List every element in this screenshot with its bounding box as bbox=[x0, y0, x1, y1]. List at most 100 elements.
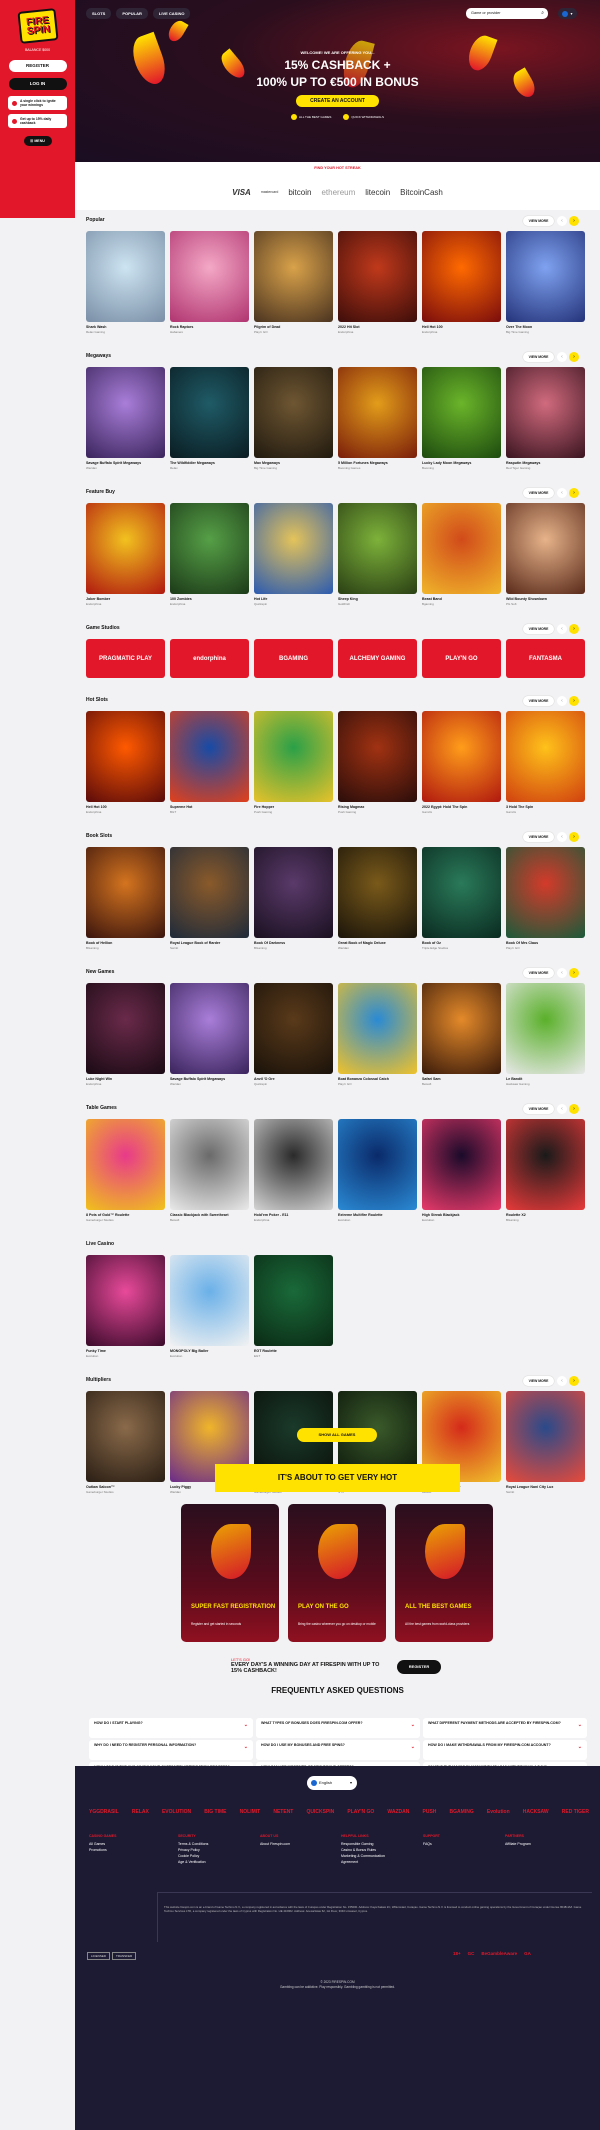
game-tile[interactable] bbox=[254, 1119, 333, 1210]
game-name[interactable]: Anvil 'O Ore bbox=[254, 1077, 275, 1081]
game-name[interactable]: Lucky Lady Moon Megaways bbox=[422, 461, 471, 465]
game-name[interactable]: Le Bandit bbox=[506, 1077, 522, 1081]
provider-logo[interactable]: RELAX bbox=[132, 1809, 149, 1815]
game-tile[interactable] bbox=[170, 231, 249, 322]
show-all-games-button[interactable]: SHOW ALL GAMES bbox=[297, 1428, 377, 1442]
provider-logo[interactable]: NETENT bbox=[273, 1809, 293, 1815]
faq-item[interactable]: HOW DO I START PLAYING? ⌄ bbox=[89, 1718, 253, 1738]
provider-logo[interactable]: PLAY'N GO bbox=[347, 1809, 374, 1815]
arrow-left-icon[interactable]: ‹ bbox=[557, 696, 567, 706]
footer-language-select[interactable]: English ▾ bbox=[307, 1776, 357, 1790]
game-name[interactable]: Joker Bomber bbox=[86, 597, 110, 601]
tab-live-casino[interactable]: LIVE CASINO bbox=[152, 8, 191, 19]
game-name[interactable]: Book Of Darkness bbox=[254, 941, 285, 945]
tab-popular[interactable]: POPULAR bbox=[116, 8, 148, 19]
game-tile[interactable] bbox=[254, 367, 333, 458]
view-more-button[interactable]: VIEW MORE bbox=[523, 624, 554, 634]
game-tile[interactable] bbox=[422, 711, 501, 802]
game-name[interactable]: Safari Sam bbox=[422, 1077, 441, 1081]
game-tile[interactable] bbox=[254, 231, 333, 322]
arrow-left-icon[interactable]: ‹ bbox=[557, 624, 567, 634]
game-tile[interactable] bbox=[86, 711, 165, 802]
faq-item[interactable]: HOW DO I USE MY BONUSES AND FREE SPINS? ⌄ bbox=[256, 1740, 420, 1760]
game-name[interactable]: 2022 Hit Slot bbox=[338, 325, 360, 329]
game-tile[interactable] bbox=[338, 983, 417, 1074]
arrow-left-icon[interactable]: ‹ bbox=[557, 1104, 567, 1114]
provider-logo[interactable]: EVOLUTION bbox=[162, 1809, 191, 1815]
game-tile[interactable] bbox=[254, 711, 333, 802]
game-name[interactable]: Rock Raptors bbox=[170, 325, 193, 329]
game-name[interactable]: Royal League Book of Rarder bbox=[170, 941, 220, 945]
view-more-button[interactable]: VIEW MORE bbox=[523, 1376, 554, 1386]
game-tile[interactable] bbox=[254, 847, 333, 938]
provider-logo[interactable]: RED TIGER bbox=[562, 1809, 589, 1815]
studio-card[interactable]: BGAMING bbox=[254, 639, 333, 678]
game-name[interactable]: Max Megaways bbox=[254, 461, 280, 465]
game-tile[interactable] bbox=[170, 367, 249, 458]
view-more-button[interactable]: VIEW MORE bbox=[523, 488, 554, 498]
arrow-right-icon[interactable]: › bbox=[569, 1376, 579, 1386]
arrow-right-icon[interactable]: › bbox=[569, 216, 579, 226]
create-account-button[interactable]: CREATE AN ACCOUNT bbox=[296, 95, 379, 107]
game-name[interactable]: The Wildfiddler Megaways bbox=[170, 461, 215, 465]
game-name[interactable]: Hell Hot 100 bbox=[86, 805, 107, 809]
studio-card[interactable]: FANTASMA bbox=[506, 639, 585, 678]
game-name[interactable]: Supreme Hot bbox=[170, 805, 192, 809]
arrow-right-icon[interactable]: › bbox=[569, 624, 579, 634]
arrow-left-icon[interactable]: ‹ bbox=[557, 216, 567, 226]
game-tile[interactable] bbox=[86, 1119, 165, 1210]
game-name[interactable]: Rising Magmax bbox=[338, 805, 364, 809]
view-more-button[interactable]: VIEW MORE bbox=[523, 216, 554, 226]
view-more-button[interactable]: VIEW MORE bbox=[523, 832, 554, 842]
game-name[interactable]: 2022 Egypt: Hold The Spin bbox=[422, 805, 467, 809]
game-tile[interactable] bbox=[170, 1255, 249, 1346]
footer-link[interactable]: Promotions bbox=[89, 1847, 116, 1853]
game-tile[interactable] bbox=[506, 711, 585, 802]
provider-logo[interactable]: WAZDAN bbox=[387, 1809, 409, 1815]
search-icon[interactable]: ⌕ bbox=[541, 8, 544, 19]
game-tile[interactable] bbox=[422, 847, 501, 938]
arrow-right-icon[interactable]: › bbox=[569, 832, 579, 842]
arrow-left-icon[interactable]: ‹ bbox=[557, 968, 567, 978]
game-name[interactable]: Classic Blackjack with Sweetheart bbox=[170, 1213, 229, 1217]
footer-link[interactable]: Age & Verification bbox=[178, 1859, 208, 1865]
language-selector[interactable]: ▾ bbox=[558, 8, 577, 19]
game-tile[interactable] bbox=[86, 503, 165, 594]
game-tile[interactable] bbox=[86, 1255, 165, 1346]
game-name[interactable]: Wild Bounty Showdown bbox=[506, 597, 547, 601]
game-name[interactable]: 5 Million Fortunes Megaways bbox=[338, 461, 388, 465]
footer-link[interactable]: FAQs bbox=[423, 1841, 440, 1847]
view-more-button[interactable]: VIEW MORE bbox=[523, 696, 554, 706]
faq-item[interactable]: WHAT DIFFERENT PAYMENT METHODS ARE ACCEP… bbox=[423, 1718, 587, 1738]
provider-logo[interactable]: BIG TIME bbox=[204, 1809, 226, 1815]
game-name[interactable]: Savage Buffalo Spirit Megaways bbox=[86, 461, 141, 465]
game-name[interactable]: Shark Wash bbox=[86, 325, 106, 329]
footer-link[interactable]: Agreement bbox=[341, 1859, 385, 1865]
game-name[interactable]: Extreme Multifire Roulette bbox=[338, 1213, 383, 1217]
game-tile[interactable] bbox=[422, 983, 501, 1074]
game-name[interactable]: Pilgrim of Dead bbox=[254, 325, 280, 329]
game-name[interactable]: Beast Band bbox=[422, 597, 442, 601]
arrow-right-icon[interactable]: › bbox=[569, 352, 579, 362]
studio-card[interactable]: PRAGMATIC PLAY bbox=[86, 639, 165, 678]
studio-card[interactable]: ALCHEMY GAMING bbox=[338, 639, 417, 678]
license-badge[interactable]: TRANSFER bbox=[112, 1952, 137, 1960]
game-tile[interactable] bbox=[422, 1119, 501, 1210]
game-tile[interactable] bbox=[506, 1119, 585, 1210]
game-name[interactable]: 3 Hold The Spin bbox=[506, 805, 533, 809]
tab-slots[interactable]: SLOTS bbox=[86, 8, 112, 19]
game-name[interactable]: Fire Hopper bbox=[254, 805, 274, 809]
promo-card[interactable]: A single click to ignite your winnings bbox=[8, 96, 67, 110]
register-button[interactable]: REGISTER bbox=[397, 1660, 441, 1674]
game-name[interactable]: Book Of Mrs Claus bbox=[506, 941, 538, 945]
faq-item[interactable]: WHAT TYPES OF BONUSES DOES FIRESPIN.COM … bbox=[256, 1718, 420, 1738]
faq-item[interactable]: HOW DO I MAKE WITHDRAWALS FROM MY FIRESP… bbox=[423, 1740, 587, 1760]
game-name[interactable]: High Streak Blackjack bbox=[422, 1213, 460, 1217]
arrow-right-icon[interactable]: › bbox=[569, 696, 579, 706]
game-tile[interactable] bbox=[86, 983, 165, 1074]
game-tile[interactable] bbox=[254, 503, 333, 594]
provider-logo[interactable]: PUSH bbox=[423, 1809, 437, 1815]
game-tile[interactable] bbox=[86, 231, 165, 322]
arrow-left-icon[interactable]: ‹ bbox=[557, 832, 567, 842]
studio-card[interactable]: endorphina bbox=[170, 639, 249, 678]
